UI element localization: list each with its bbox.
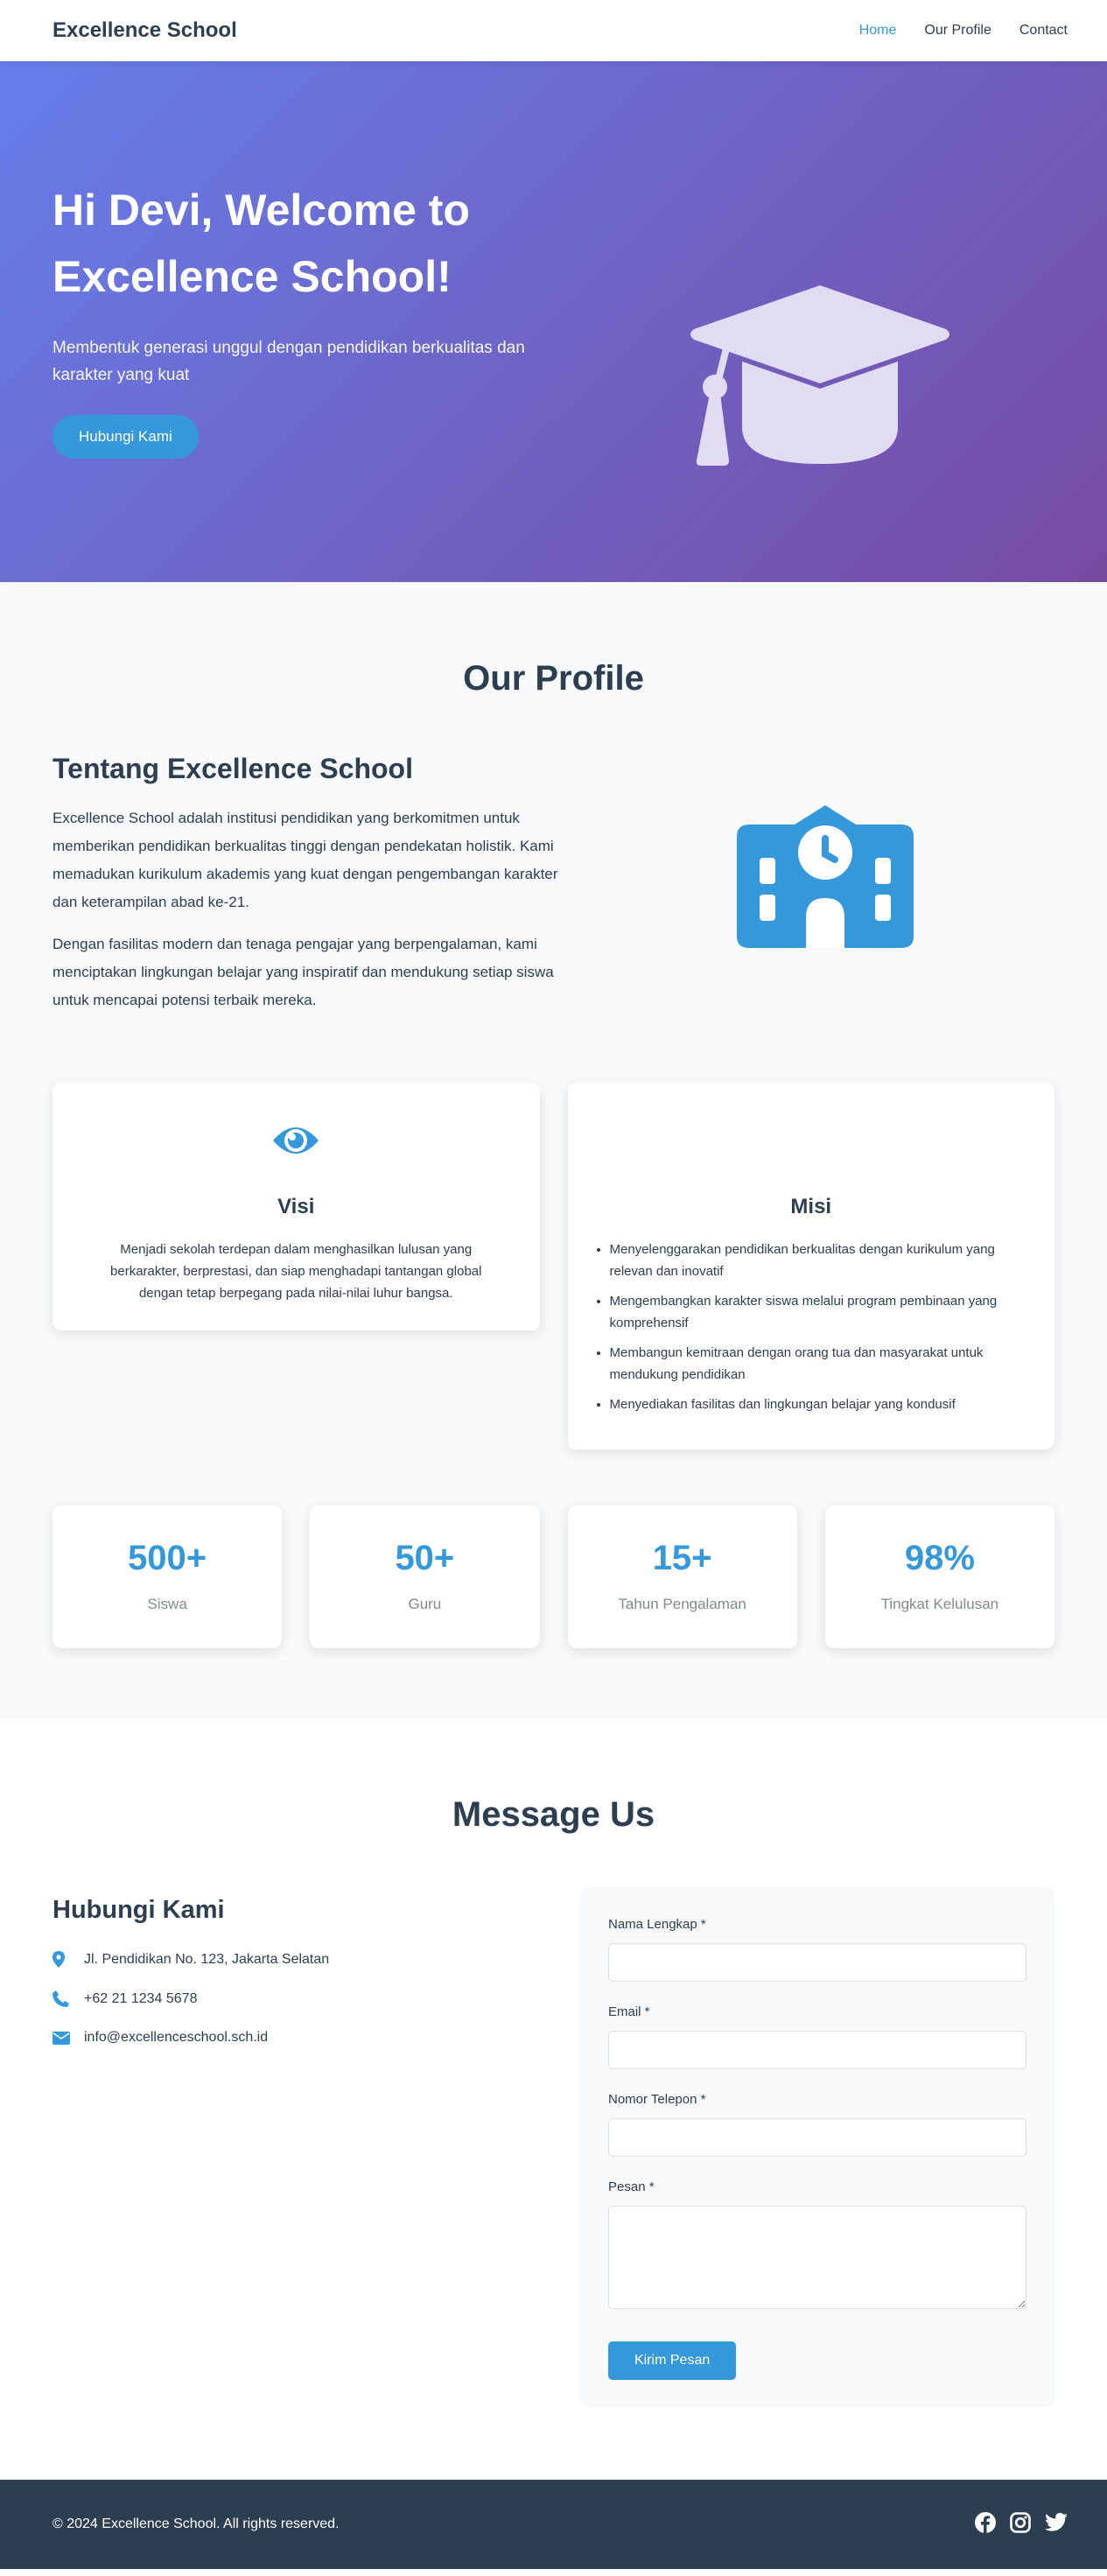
message-field-group: Pesan *	[608, 2179, 1026, 2313]
contact-info: Hubungi Kami Jl. Pendidikan No. 123, Jak…	[53, 1887, 580, 2046]
about-icon-wrap	[560, 753, 1054, 1014]
hero-title-line-2: Excellence School!	[53, 251, 452, 301]
navbar: Excellence School Home Our Profile Conta…	[0, 0, 1107, 61]
contact-wrap: Hubungi Kami Jl. Pendidikan No. 123, Jak…	[53, 1887, 1054, 2408]
stat-card-teachers: 50+ Guru	[310, 1506, 540, 1648]
contact-title: Hubungi Kami	[53, 1896, 225, 1924]
message-textarea[interactable]	[608, 2206, 1026, 2309]
hero-text: Hi Devi, Welcome to Excellence School! M…	[53, 177, 560, 459]
phone-text[interactable]: +62 21 1234 5678	[84, 1991, 197, 2007]
mission-card: Misi Menyelenggarakan pendidikan berkual…	[567, 1083, 1054, 1449]
about-title: Tentang Excellence School	[53, 753, 413, 784]
message-label: Pesan *	[608, 2179, 655, 2194]
stat-number: 50+	[395, 1539, 455, 1577]
contact-phone: +62 21 1234 5678	[53, 1990, 580, 2007]
contact-email: info@excellenceschool.sch.id	[53, 2030, 580, 2046]
social-links	[975, 2511, 1068, 2537]
brand-logo[interactable]: Excellence School	[53, 18, 237, 43]
graduation-cap-icon	[687, 280, 954, 477]
hero-subtitle: Membentuk generasi unggul dengan pendidi…	[53, 338, 525, 384]
stat-label: Siswa	[147, 1596, 187, 1612]
map-marker-icon	[53, 1951, 84, 1968]
email-input[interactable]	[608, 2031, 1026, 2069]
nav-link-our-profile[interactable]: Our Profile	[924, 23, 991, 39]
mission-icon-space	[594, 1121, 1029, 1162]
facebook-icon[interactable]	[975, 2511, 996, 2537]
eye-icon	[273, 1127, 319, 1154]
vision-text: Menjadi sekolah terdepan dalam menghasil…	[110, 1242, 482, 1301]
mission-item: Menyelenggarakan pendidikan berkualitas …	[610, 1239, 1020, 1282]
stat-card-students: 500+ Siswa	[53, 1506, 283, 1648]
stat-card-graduation: 98% Tingkat Kelulusan	[824, 1506, 1054, 1648]
name-field-group: Nama Lengkap *	[608, 1917, 1026, 1982]
stat-card-experience: 15+ Tahun Pengalaman	[567, 1506, 797, 1648]
hero-title-line-1: Hi Devi, Welcome to	[53, 185, 470, 235]
hero-title: Hi Devi, Welcome to Excellence School!	[53, 177, 560, 310]
about-paragraph-2: Dengan fasilitas modern dan tenaga penga…	[53, 936, 554, 1008]
stat-number: 500+	[128, 1539, 207, 1577]
school-icon	[736, 805, 914, 948]
stat-label: Tingkat Kelulusan	[880, 1596, 999, 1612]
phone-field-group: Nomor Telepon *	[608, 2092, 1026, 2157]
contact-form: Nama Lengkap * Email * Nomor Telepon * P…	[580, 1887, 1054, 2408]
name-input[interactable]	[608, 1943, 1026, 1982]
eye-icon-wrap	[79, 1121, 514, 1162]
envelope-icon	[53, 2031, 84, 2045]
contact-us-button[interactable]: Hubungi Kami	[53, 414, 199, 459]
vision-title: Visi	[277, 1195, 315, 1218]
email-label: Email *	[608, 2004, 650, 2019]
nav-links: Home Our Profile Contact	[859, 23, 1068, 39]
contact-address: Jl. Pendidikan No. 123, Jakarta Selatan	[53, 1951, 580, 1968]
address-text: Jl. Pendidikan No. 123, Jakarta Selatan	[84, 1951, 330, 1967]
stat-number: 98%	[904, 1539, 975, 1577]
vision-card: Visi Menjadi sekolah terdepan dalam meng…	[53, 1083, 540, 1330]
profile-section-title: Our Profile	[463, 659, 644, 698]
nav-link-home[interactable]: Home	[859, 23, 897, 39]
about-text: Tentang Excellence School Excellence Sch…	[53, 753, 560, 1014]
message-section: Message Us Hubungi Kami Jl. Pendidikan N…	[0, 1718, 1107, 2480]
mission-item: Mengembangkan karakter siswa melalui pro…	[610, 1290, 1020, 1334]
footer: © 2024 Excellence School. All rights res…	[0, 2480, 1107, 2569]
stats-row: 500+ Siswa 50+ Guru 15+ Tahun Pengalaman…	[53, 1506, 1054, 1648]
stat-label: Tahun Pengalaman	[618, 1596, 746, 1612]
instagram-icon[interactable]	[1010, 2511, 1031, 2537]
twitter-icon[interactable]	[1045, 2512, 1068, 2537]
mission-title: Misi	[790, 1195, 832, 1218]
vision-mission-cards: Visi Menjadi sekolah terdepan dalam meng…	[53, 1083, 1054, 1449]
name-label: Nama Lengkap *	[608, 1917, 706, 1932]
profile-section: Our Profile Tentang Excellence School Ex…	[0, 582, 1107, 1718]
phone-label: Nomor Telepon *	[608, 2092, 706, 2107]
copyright-text: © 2024 Excellence School. All rights res…	[53, 2516, 340, 2531]
send-message-button[interactable]: Kirim Pesan	[608, 2341, 737, 2380]
mission-item: Membangun kemitraan dengan orang tua dan…	[610, 1342, 1020, 1386]
phone-input[interactable]	[608, 2118, 1026, 2157]
about-block: Tentang Excellence School Excellence Sch…	[53, 753, 1054, 1014]
about-paragraph-1: Excellence School adalah institusi pendi…	[53, 810, 558, 910]
email-field-group: Email *	[608, 2004, 1026, 2069]
message-section-title: Message Us	[452, 1795, 655, 1834]
hero-section: Hi Devi, Welcome to Excellence School! M…	[0, 61, 1107, 582]
mission-item: Menyediakan fasilitas dan lingkungan bel…	[610, 1393, 1020, 1415]
stat-number: 15+	[652, 1539, 712, 1577]
mission-list: Menyelenggarakan pendidikan berkualitas …	[594, 1239, 1029, 1415]
email-text[interactable]: info@excellenceschool.sch.id	[84, 2030, 268, 2046]
nav-link-contact[interactable]: Contact	[1019, 23, 1068, 39]
stat-label: Guru	[408, 1596, 442, 1612]
phone-icon	[53, 1990, 84, 2007]
